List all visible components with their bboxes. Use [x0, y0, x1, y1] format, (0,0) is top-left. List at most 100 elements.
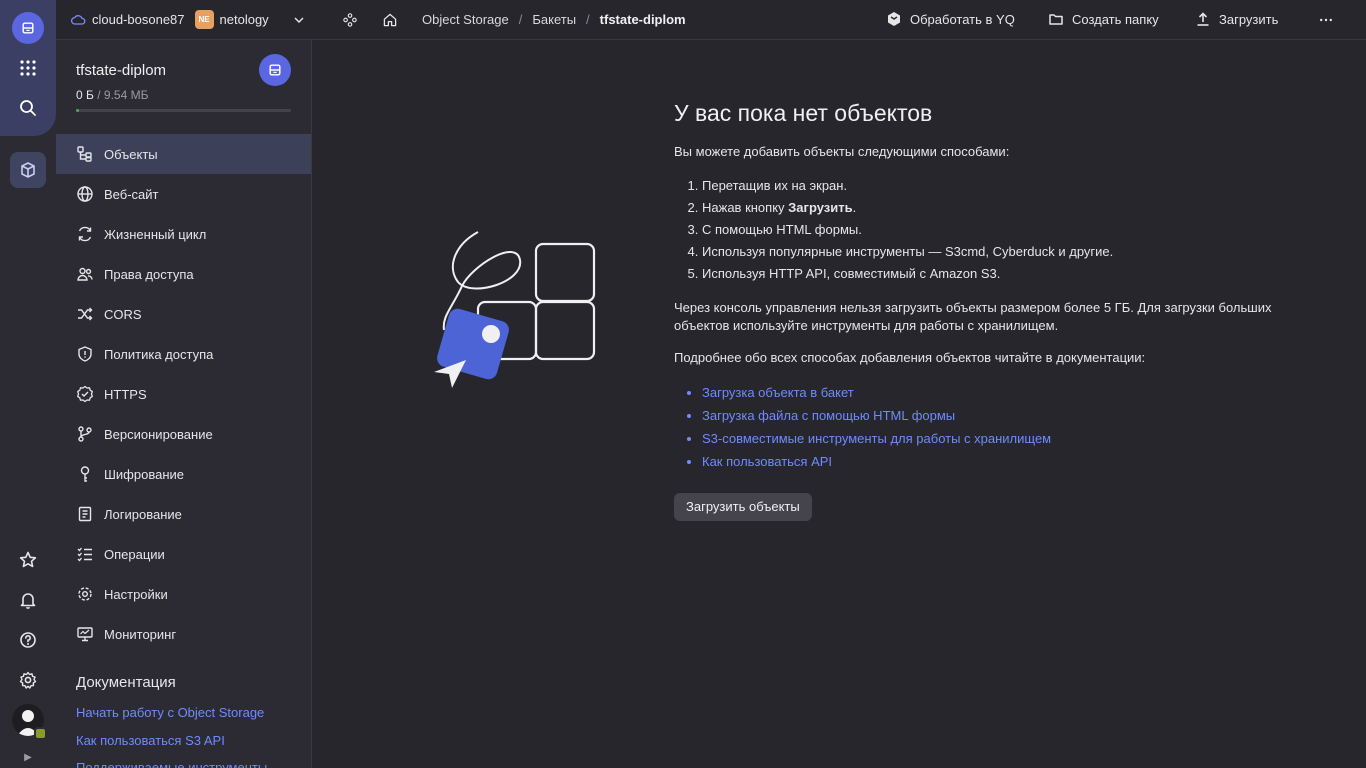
sidebar-item-label: Жизненный цикл: [104, 226, 207, 242]
sidebar-item-objects[interactable]: Объекты: [56, 134, 311, 174]
home-icon[interactable]: [380, 10, 400, 30]
sidebar-item-settings[interactable]: Настройки: [56, 574, 311, 614]
sidebar-item-operations[interactable]: Операции: [56, 534, 311, 574]
upload-objects-button[interactable]: Загрузить объекты: [674, 493, 812, 521]
bell-icon[interactable]: [10, 582, 46, 618]
sidebar-item-label: Версионирование: [104, 426, 213, 442]
cloud-folder-selector[interactable]: cloud-bosone87 NE netology: [70, 10, 307, 29]
sidebar-nav: Объекты Веб-сайт Жизненный цикл Права до…: [56, 134, 311, 654]
sidebar-item-label: Логирование: [104, 506, 182, 522]
help-icon[interactable]: [10, 622, 46, 658]
bucket-sidebar: tfstate-diplom 0 Б / 9.54 МБ Объекты Веб…: [56, 40, 312, 768]
expand-rail-icon[interactable]: ▶: [0, 746, 56, 768]
doc-link-tools[interactable]: Поддерживаемые инструменты: [76, 760, 267, 768]
lifecycle-icon: [78, 226, 92, 242]
empty-state-title: У вас пока нет объектов: [674, 100, 933, 126]
upload-icon: [1197, 12, 1209, 26]
object-storage-icon[interactable]: [12, 12, 44, 44]
upload-button[interactable]: Загрузить: [1195, 11, 1278, 27]
shuffle-icon: [78, 307, 93, 321]
breadcrumb-buckets[interactable]: Бакеты: [532, 12, 576, 27]
log-icon: [78, 506, 92, 522]
breadcrumb: Object Storage / Бакеты / tfstate-diplom: [422, 12, 686, 27]
breadcrumb-separator: /: [518, 12, 523, 27]
create-folder-button[interactable]: Создать папку: [1048, 11, 1159, 27]
sidebar-item-lifecycle[interactable]: Жизненный цикл: [56, 214, 311, 254]
breadcrumb-current: tfstate-diplom: [599, 12, 686, 27]
sidebar-item-access-rights[interactable]: Права доступа: [56, 254, 311, 294]
objects-icon: [77, 146, 92, 162]
sidebar-item-label: HTTPS: [104, 386, 147, 402]
branch-icon: [78, 426, 92, 442]
bucket-capacity: / 9.54 МБ: [97, 88, 149, 102]
org-badge-icon: [34, 727, 47, 740]
folder-icon: [1049, 14, 1063, 25]
badge-check-icon: [77, 385, 93, 403]
usage-bar-fill: [76, 109, 80, 112]
docs-note: Подробнее обо всех способах добавления о…: [674, 350, 1146, 365]
services-grid-icon[interactable]: [10, 50, 46, 86]
doc-link-s3-tools[interactable]: S3-совместимые инструменты для работы с …: [702, 427, 1284, 450]
docs-title: Документация: [76, 674, 176, 691]
sidebar-item-label: Политика доступа: [104, 346, 214, 362]
search-icon[interactable]: [10, 90, 46, 126]
list-item: Нажав кнопку Загрузить.: [702, 197, 1284, 219]
breadcrumb-separator: /: [586, 12, 590, 27]
sidebar-item-label: Операции: [104, 546, 165, 562]
process-in-yq-label: Обработать в YQ: [910, 11, 1015, 27]
sidebar-item-logging[interactable]: Логирование: [56, 494, 311, 534]
more-actions-icon[interactable]: [1316, 10, 1336, 30]
docs-links-list: Загрузка объекта в бакет Загрузка файла …: [702, 381, 1284, 473]
sidebar-item-label: Объекты: [104, 146, 158, 162]
doc-link-upload-object[interactable]: Загрузка объекта в бакет: [702, 381, 1284, 404]
create-folder-label: Создать папку: [1072, 11, 1159, 27]
key-icon: [80, 466, 90, 482]
bucket-icon: [259, 54, 291, 86]
sidebar-item-website[interactable]: Веб-сайт: [56, 174, 311, 214]
bucket-size: 0 Б / 9.54 МБ: [76, 88, 148, 102]
sidebar-item-encryption[interactable]: Шифрование: [56, 454, 311, 494]
sidebar-item-label: Мониторинг: [104, 626, 177, 642]
sidebar-item-cors[interactable]: CORS: [56, 294, 311, 334]
intro-text: Вы можете добавить объекты следующими сп…: [674, 144, 1010, 159]
cloud-icon: [71, 14, 86, 25]
list-item: Перетащив их на экран.: [702, 175, 1284, 197]
list-item: С помощью HTML формы.: [702, 219, 1284, 241]
list-item: Используя HTTP API, совместимый с Amazon…: [702, 263, 1284, 285]
list-item: Используя популярные инструменты — S3cmd…: [702, 241, 1284, 263]
empty-state-illustration: [432, 226, 602, 396]
users-icon: [77, 267, 93, 281]
folder-name: netology: [219, 12, 269, 27]
process-in-yq-button[interactable]: Обработать в YQ: [886, 11, 1015, 27]
monitor-icon: [77, 627, 93, 642]
sidebar-item-monitoring[interactable]: Мониторинг: [56, 614, 311, 654]
size-limit-note: Через консоль управления нельзя загрузит…: [674, 300, 1272, 333]
gear-icon[interactable]: [10, 662, 46, 698]
breadcrumb-object-storage[interactable]: Object Storage: [422, 12, 509, 27]
sidebar-item-label: Настройки: [104, 586, 168, 602]
shield-icon: [78, 346, 92, 362]
sidebar-item-label: Права доступа: [104, 266, 194, 282]
sidebar-item-https[interactable]: HTTPS: [56, 374, 311, 414]
gear-icon: [78, 587, 92, 601]
storage-box-icon[interactable]: [10, 152, 46, 188]
list-check-icon: [77, 547, 92, 562]
star-icon[interactable]: [10, 542, 46, 578]
left-rail: ▶: [0, 0, 56, 768]
chevron-down-icon: [294, 16, 304, 23]
sidebar-item-label: Шифрование: [104, 466, 184, 482]
upload-label: Загрузить: [1219, 11, 1279, 27]
main-content: У вас пока нет объектов Вы можете добави…: [312, 40, 1366, 768]
empty-state-content: У вас пока нет объектов Вы можете добави…: [674, 100, 1284, 521]
doc-link-getting-started[interactable]: Начать работу с Object Storage: [76, 705, 264, 720]
sidebar-item-access-policy[interactable]: Политика доступа: [56, 334, 311, 374]
doc-link-html-form[interactable]: Загрузка файла с помощью HTML формы: [702, 404, 1284, 427]
graph-nodes-icon[interactable]: [340, 10, 360, 30]
folder-badge: NE: [194, 10, 214, 29]
doc-link-api[interactable]: Как пользоваться API: [702, 450, 1284, 473]
bucket-name: tfstate-diplom: [76, 62, 167, 79]
yq-icon: [888, 12, 900, 26]
doc-link-s3-api[interactable]: Как пользоваться S3 API: [76, 733, 225, 748]
top-header: cloud-bosone87 NE netology Object Storag…: [56, 0, 1366, 40]
sidebar-item-versioning[interactable]: Версионирование: [56, 414, 311, 454]
